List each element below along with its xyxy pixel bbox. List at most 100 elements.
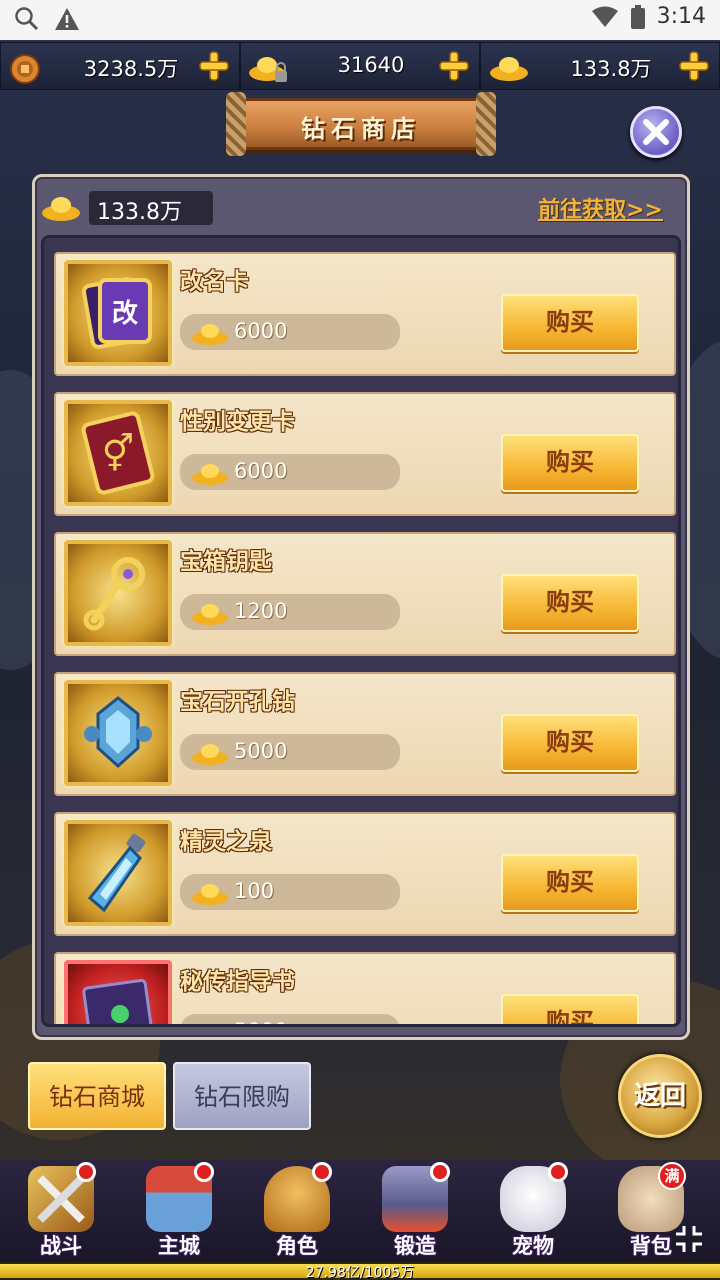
svg-text:改: 改 bbox=[112, 298, 138, 329]
nav-item-battle[interactable]: 战斗 bbox=[6, 1160, 116, 1260]
page-title: 钻石商店 bbox=[301, 114, 421, 143]
close-icon bbox=[643, 119, 669, 145]
plus-icon[interactable] bbox=[197, 49, 231, 83]
nav-label: 战斗 bbox=[40, 1234, 82, 1258]
goto-obtain-link[interactable]: 前往获取>> bbox=[538, 192, 663, 224]
buy-button[interactable]: 购买 bbox=[501, 574, 639, 632]
gender-change-card-icon: ⚥ bbox=[81, 411, 155, 495]
collapse-icon[interactable] bbox=[672, 1222, 706, 1256]
buy-button[interactable]: 购买 bbox=[501, 294, 639, 352]
plus-icon[interactable] bbox=[437, 49, 471, 83]
gold-ingot-icon bbox=[490, 57, 528, 81]
item-icon-frame: 改 bbox=[64, 260, 172, 366]
gold-ingot-icon bbox=[192, 324, 228, 345]
status-bar: 3:14 bbox=[0, 0, 720, 40]
price-pill: 5000 bbox=[180, 1014, 400, 1027]
currency-value: 133.8万 bbox=[570, 57, 652, 81]
currency-bar: 3238.5万 31640 133.8万 bbox=[0, 42, 720, 90]
item-name: 性别变更卡 bbox=[180, 409, 295, 435]
return-button[interactable]: 返回 bbox=[618, 1054, 702, 1138]
tab-diamond-limited[interactable]: 钻石限购 bbox=[173, 1062, 311, 1130]
gem-drill-icon bbox=[84, 696, 152, 769]
item-price: 6000 bbox=[234, 319, 288, 343]
notification-dot bbox=[76, 1162, 96, 1182]
currency-gold: 133.8万 bbox=[480, 42, 720, 90]
item-icon-frame bbox=[64, 540, 172, 646]
gold-ingot-icon bbox=[192, 744, 228, 765]
treasure-key-icon bbox=[83, 557, 145, 631]
nav-item-forge[interactable]: 锻造 bbox=[360, 1160, 470, 1260]
item-name: 宝石开孔钻 bbox=[180, 689, 295, 715]
currency-locked-gold: 31640 bbox=[240, 42, 480, 90]
price-pill: 1200 bbox=[180, 594, 400, 630]
item-name: 精灵之泉 bbox=[180, 829, 272, 855]
buy-button[interactable]: 购买 bbox=[501, 994, 639, 1024]
clock-time: 3:14 bbox=[656, 4, 706, 29]
balance-value: 133.8万 bbox=[97, 200, 182, 225]
item-icon-frame: ⚥ bbox=[64, 400, 172, 506]
item-price: 6000 bbox=[234, 459, 288, 483]
warning-icon bbox=[55, 8, 79, 30]
price-pill: 6000 bbox=[180, 314, 400, 350]
list-item: 秘传指导书 5000 购买 bbox=[54, 952, 676, 1027]
item-price: 1200 bbox=[234, 599, 288, 623]
close-button[interactable] bbox=[630, 106, 682, 158]
nav-label: 锻造 bbox=[394, 1234, 436, 1258]
item-price: 5000 bbox=[234, 1019, 287, 1024]
notification-dot bbox=[430, 1162, 450, 1182]
copper-coin-icon bbox=[10, 54, 40, 84]
list-item: 宝箱钥匙 1200 购买 bbox=[54, 532, 676, 656]
item-name: 改名卡 bbox=[180, 269, 249, 295]
currency-copper: 3238.5万 bbox=[0, 42, 240, 90]
nav-label: 角色 bbox=[276, 1234, 318, 1258]
nav-item-character[interactable]: 角色 bbox=[242, 1160, 352, 1260]
item-name: 宝箱钥匙 bbox=[180, 549, 272, 575]
full-badge: 满 bbox=[658, 1162, 686, 1190]
item-icon-frame bbox=[64, 820, 172, 926]
tab-diamond-mall[interactable]: 钻石商城 bbox=[28, 1062, 166, 1130]
title-plank: 钻石商店 bbox=[222, 92, 500, 158]
item-list[interactable]: 改 改名卡 6000 购买 ⚥ 性别变更卡 6000 购买 宝箱钥匙 1200 … bbox=[41, 235, 681, 1027]
price-pill: 6000 bbox=[180, 454, 400, 490]
notification-dot bbox=[312, 1162, 332, 1182]
exp-text: 27.98亿/1005万 bbox=[305, 1265, 415, 1280]
bottom-nav: 战斗 主城 角色 锻造 宠物 满 背包 bbox=[0, 1160, 720, 1262]
notification-dot bbox=[194, 1162, 214, 1182]
notification-dot bbox=[548, 1162, 568, 1182]
gold-ingot-icon bbox=[192, 604, 228, 625]
gold-ingot-icon bbox=[42, 197, 80, 221]
shop-panel: 133.8万 前往获取>> 改 改名卡 6000 购买 ⚥ 性别变更卡 6000 bbox=[32, 174, 690, 1040]
svg-text:⚥: ⚥ bbox=[102, 433, 135, 475]
item-icon-frame bbox=[64, 680, 172, 786]
item-name: 秘传指导书 bbox=[180, 969, 295, 995]
nav-item-main-city[interactable]: 主城 bbox=[124, 1160, 234, 1260]
gold-ingot-icon bbox=[192, 884, 228, 905]
list-item: 宝石开孔钻 5000 购买 bbox=[54, 672, 676, 796]
gold-ingot-icon bbox=[192, 464, 228, 485]
item-price: 100 bbox=[234, 879, 275, 903]
buy-button[interactable]: 购买 bbox=[501, 854, 639, 912]
exp-bar: 27.98亿/1005万 bbox=[0, 1262, 720, 1280]
nav-label: 主城 bbox=[158, 1234, 200, 1258]
buy-button[interactable]: 购买 bbox=[501, 714, 639, 772]
locked-gold-ingot-icon bbox=[249, 57, 287, 82]
currency-value: 3238.5万 bbox=[83, 57, 179, 81]
list-item: 改 改名卡 6000 购买 bbox=[54, 252, 676, 376]
spirit-spring-potion-icon bbox=[87, 833, 146, 913]
rename-card-icon: 改 bbox=[81, 277, 152, 349]
price-pill: 100 bbox=[180, 874, 400, 910]
search-icon bbox=[15, 7, 39, 31]
gold-ingot-icon bbox=[188, 1014, 232, 1027]
item-price: 5000 bbox=[234, 739, 288, 763]
battery-icon bbox=[630, 4, 645, 29]
nav-label: 宠物 bbox=[512, 1234, 554, 1258]
buy-button[interactable]: 购买 bbox=[501, 434, 639, 492]
currency-value: 31640 bbox=[337, 53, 405, 77]
list-item: ⚥ 性别变更卡 6000 购买 bbox=[54, 392, 676, 516]
wifi-icon bbox=[591, 6, 618, 27]
list-item: 精灵之泉 100 购买 bbox=[54, 812, 676, 936]
plus-icon[interactable] bbox=[677, 49, 711, 83]
price-pill: 5000 bbox=[180, 734, 400, 770]
secret-guide-book-icon bbox=[82, 978, 156, 1024]
nav-item-pet[interactable]: 宠物 bbox=[478, 1160, 588, 1260]
